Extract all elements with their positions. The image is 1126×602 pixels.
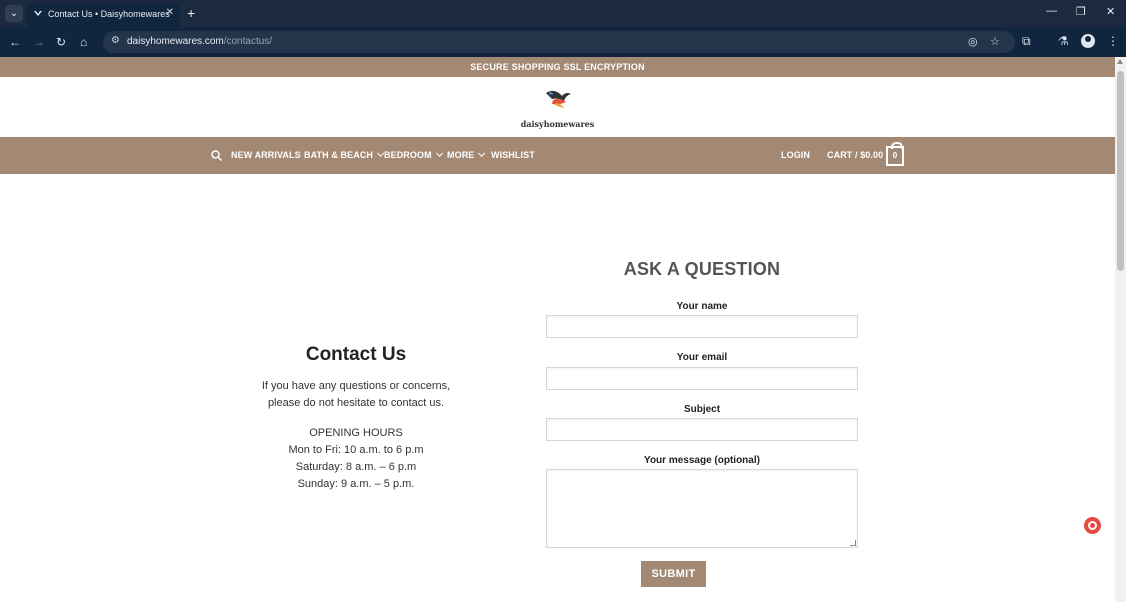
- browser-toolbar: ← → ↻ ⌂ ⚙ daisyhomewares.com/contactus/ …: [0, 27, 1126, 57]
- email-label: Your email: [676, 352, 728, 363]
- floating-chat-icon[interactable]: [1084, 517, 1101, 534]
- cart-link[interactable]: CART / $0.00: [827, 150, 883, 160]
- url-text[interactable]: daisyhomewares.com/contactus/: [127, 36, 272, 47]
- browser-menu-icon[interactable]: ⋮: [1107, 34, 1119, 48]
- site-header: daisyhomewares: [0, 77, 1115, 137]
- restore-icon[interactable]: ❐: [1076, 5, 1086, 18]
- address-bar[interactable]: ⚙ daisyhomewares.com/contactus/ ◎ ☆: [103, 31, 1015, 53]
- resize-grip-icon[interactable]: [850, 540, 856, 546]
- page-viewport: SECURE SHOPPING SSL ENCRYPTION daisyhome…: [0, 57, 1115, 602]
- minimize-icon[interactable]: —: [1046, 5, 1057, 17]
- name-input[interactable]: [546, 315, 858, 338]
- opening-hours: OPENING HOURS Mon to Fri: 10 a.m. to 6 p…: [255, 425, 457, 493]
- reload-icon[interactable]: ↻: [56, 35, 66, 49]
- scrollbar-thumb[interactable]: [1117, 71, 1124, 271]
- bird-logo-icon[interactable]: [544, 87, 572, 109]
- contact-title: Contact Us: [305, 344, 407, 365]
- logo-wordmark[interactable]: daisyhomewares: [0, 119, 1115, 129]
- browser-tab-bar: ⌄ Contact Us • Daisyhomewares ✕ + — ❐ ✕: [0, 0, 1126, 27]
- profile-avatar-icon[interactable]: [1081, 34, 1095, 48]
- contact-intro: If you have any questions or concerns, p…: [261, 380, 451, 409]
- nav-wishlist[interactable]: WISHLIST: [491, 150, 535, 160]
- tab-close-icon[interactable]: ✕: [166, 7, 174, 18]
- subject-label: Subject: [683, 404, 721, 415]
- scroll-up-arrow-icon[interactable]: [1117, 59, 1123, 64]
- hours-sunday: Sunday: 9 a.m. – 5 p.m.: [297, 478, 415, 490]
- tab-title: Contact Us • Daisyhomewares: [48, 9, 170, 19]
- site-favicon-icon: [34, 11, 42, 16]
- eye-off-icon[interactable]: ◎: [968, 35, 978, 48]
- back-icon[interactable]: ←: [9, 35, 21, 49]
- hours-weekdays: Mon to Fri: 10 a.m. to 6 p.m: [288, 444, 424, 456]
- ask-question-title: ASK A QUESTION: [623, 259, 781, 279]
- nav-bath-beach[interactable]: BATH & BEACH: [304, 149, 385, 160]
- home-icon[interactable]: ⌂: [80, 35, 87, 49]
- nav-bedroom[interactable]: BEDROOM: [384, 149, 443, 160]
- nav-more[interactable]: MORE: [447, 149, 486, 160]
- labs-flask-icon[interactable]: ⚗: [1058, 34, 1069, 48]
- message-label: Your message (optional): [644, 455, 760, 466]
- bookmark-star-icon[interactable]: ☆: [990, 35, 1000, 48]
- hours-saturday: Saturday: 8 a.m. – 6 p.m: [295, 461, 417, 473]
- page-scrollbar[interactable]: [1115, 57, 1126, 602]
- submit-button[interactable]: SUBMIT: [641, 561, 706, 587]
- main-navigation: NEW ARRIVALS BATH & BEACH BEDROOM MORE W…: [0, 137, 1115, 174]
- opening-hours-heading: OPENING HOURS: [309, 427, 403, 439]
- secure-shopping-banner: SECURE SHOPPING SSL ENCRYPTION: [0, 57, 1115, 77]
- message-textarea[interactable]: [546, 469, 858, 548]
- login-link[interactable]: LOGIN: [781, 150, 810, 160]
- site-info-icon[interactable]: ⚙: [111, 35, 120, 46]
- extensions-icon[interactable]: ⧉: [1022, 34, 1031, 49]
- nav-new-arrivals[interactable]: NEW ARRIVALS: [231, 150, 301, 160]
- window-close-icon[interactable]: ✕: [1106, 5, 1115, 18]
- cart-count-badge[interactable]: 0: [886, 142, 904, 166]
- forward-icon[interactable]: →: [33, 35, 45, 49]
- subject-input[interactable]: [546, 418, 858, 441]
- new-tab-button[interactable]: +: [187, 5, 195, 21]
- name-label: Your name: [676, 301, 728, 312]
- chevron-down-icon: [478, 149, 486, 157]
- chevron-down-icon: [435, 149, 443, 157]
- tab-search-chevron-icon[interactable]: ⌄: [5, 5, 23, 22]
- browser-tab[interactable]: Contact Us • Daisyhomewares ✕: [27, 3, 180, 27]
- search-icon[interactable]: [211, 150, 222, 161]
- email-input[interactable]: [546, 367, 858, 390]
